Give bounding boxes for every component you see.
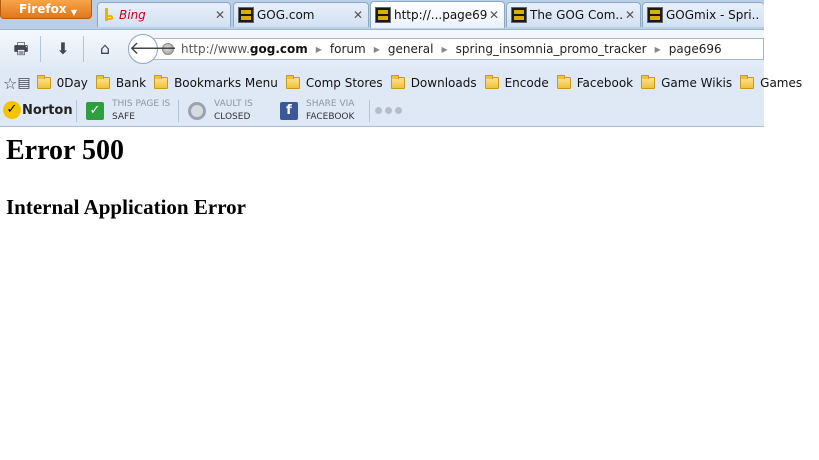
tab-gog-community[interactable]: The GOG Com... ✕	[506, 2, 641, 27]
more-options-icon[interactable]	[375, 107, 402, 114]
gog-icon	[511, 7, 527, 23]
bookmark-label: 0Day	[56, 76, 88, 90]
bookmarks-toolbar: ☆ ▤ 0Day Bank Bookmarks Menu Comp Stores…	[0, 70, 802, 96]
navigation-toolbar: 🖶 ⬇ ⌂ http://www. gog.com ▶ forum ▶ gene…	[0, 29, 764, 70]
page-safety-status[interactable]: ✓ THIS PAGE IS SAFE	[86, 98, 170, 124]
address-bar[interactable]: http://www. gog.com ▶ forum ▶ general ▶ …	[150, 38, 764, 60]
tab-bing[interactable]: Bing ✕	[97, 2, 231, 27]
folder-icon	[484, 75, 499, 89]
page-status-value: SAFE	[112, 112, 135, 122]
share-value: FACEBOOK	[306, 112, 355, 122]
firefox-menu-label: Firefox	[19, 2, 67, 16]
error-heading: Error 500	[6, 135, 124, 166]
url-protocol: http://www.	[181, 42, 250, 56]
toolbar-divider	[76, 100, 77, 122]
page-content: Error 500 Internal Application Error	[0, 127, 819, 460]
close-icon[interactable]: ✕	[488, 8, 500, 22]
toolbar-divider	[83, 36, 84, 62]
vault-value: CLOSED	[214, 112, 251, 122]
bookmark-label: Facebook	[576, 76, 634, 90]
crumb-arrow-icon: ▶	[654, 44, 661, 54]
crumb-arrow-icon: ▶	[373, 44, 380, 54]
breadcrumb-general[interactable]: general	[388, 42, 434, 56]
crumb-arrow-icon: ▶	[315, 44, 322, 54]
download-arrow-icon: ⬇	[56, 39, 70, 58]
gog-icon	[647, 7, 663, 23]
tab-label: http://...page696	[394, 8, 488, 22]
tab-label: GOGmix - Spri...	[666, 8, 760, 22]
tab-label: Bing	[119, 8, 146, 22]
firefox-menu-button[interactable]: Firefox ▼	[0, 0, 92, 19]
close-icon[interactable]: ✕	[624, 8, 636, 22]
bookmark-folder-games[interactable]: Games	[740, 75, 803, 90]
home-icon: ⌂	[99, 39, 111, 58]
vault-status[interactable]: VAULT IS CLOSED	[188, 98, 253, 124]
share-facebook[interactable]: f SHARE VIA FACEBOOK	[280, 98, 354, 124]
tab-label: GOG.com	[257, 8, 315, 22]
tab-gog[interactable]: GOG.com ✕	[233, 2, 369, 27]
bookmark-label: Downloads	[410, 76, 477, 90]
facebook-icon: f	[280, 102, 298, 120]
crumb-arrow-icon: ▶	[441, 44, 448, 54]
bookmark-label: Bank	[115, 76, 147, 90]
printer-icon: 🖶	[13, 39, 29, 58]
page-status-caption: THIS PAGE IS	[112, 99, 171, 109]
folder-icon	[641, 75, 656, 89]
star-icon[interactable]: ☆	[3, 74, 17, 93]
back-button[interactable]: 🡐	[128, 34, 177, 64]
tab-strip: Firefox ▼ Bing ✕ GOG.com ✕ http://...pag…	[0, 0, 764, 29]
back-arrow-icon: 🡐	[129, 38, 178, 59]
error-subheading: Internal Application Error	[6, 195, 246, 219]
folder-icon	[36, 75, 51, 89]
norton-toolbar: ✓ Norton ✓ THIS PAGE IS SAFE VAULT IS CLOS…	[0, 96, 764, 127]
bookmark-folder-bank[interactable]: Bank	[95, 75, 147, 90]
bookmark-folder-encode[interactable]: Encode	[484, 75, 549, 90]
bookmark-folder-facebook[interactable]: Facebook	[556, 75, 634, 90]
browser-chrome: Firefox ▼ Bing ✕ GOG.com ✕ http://...pag…	[0, 0, 802, 127]
bing-icon	[105, 7, 113, 23]
bookmark-label: Games	[760, 76, 803, 90]
breadcrumb-page696[interactable]: page696	[669, 42, 722, 56]
bookmark-label: Bookmarks Menu	[174, 76, 278, 90]
folder-icon	[740, 75, 755, 89]
folder-icon	[95, 75, 110, 89]
downloads-button[interactable]: ⬇	[51, 38, 75, 60]
gog-icon	[375, 7, 391, 23]
bookmark-folder-comp-stores[interactable]: Comp Stores	[285, 75, 383, 90]
vault-caption: VAULT IS	[214, 99, 253, 109]
tab-page696[interactable]: http://...page696 ✕	[370, 1, 505, 28]
home-button[interactable]: ⌂	[93, 38, 117, 60]
safe-check-icon: ✓	[86, 102, 104, 120]
bookmark-label: Game Wikis	[661, 76, 733, 90]
gog-icon	[238, 7, 254, 23]
bookmark-folder-downloads[interactable]: Downloads	[390, 75, 477, 90]
print-button[interactable]: 🖶	[9, 38, 33, 60]
bookmarks-list-icon[interactable]: ▤	[17, 75, 30, 91]
toolbar-divider	[369, 100, 370, 122]
bookmark-label: Comp Stores	[305, 76, 383, 90]
tab-label: The GOG Com...	[530, 8, 624, 22]
breadcrumb-tracker[interactable]: spring_insomnia_promo_tracker	[456, 42, 647, 56]
chevron-down-icon: ▼	[70, 8, 77, 17]
toolbar-divider	[40, 36, 41, 62]
bookmark-folder-bookmarks-menu[interactable]: Bookmarks Menu	[154, 75, 278, 90]
folder-icon	[154, 75, 169, 89]
bookmark-folder-game-wikis[interactable]: Game Wikis	[641, 75, 733, 90]
breadcrumb-forum[interactable]: forum	[330, 42, 366, 56]
folder-icon	[556, 75, 571, 89]
vault-icon	[188, 102, 206, 120]
norton-logo[interactable]: ✓ Norton	[3, 101, 73, 119]
tab-gogmix[interactable]: GOGmix - Spri...	[642, 2, 764, 27]
norton-logo-text: Norton	[22, 102, 73, 118]
url-host: gog.com	[249, 42, 308, 56]
norton-check-icon: ✓	[3, 101, 21, 119]
toolbar-divider	[178, 100, 179, 122]
bookmark-folder-0day[interactable]: 0Day	[36, 75, 88, 90]
close-icon[interactable]: ✕	[214, 8, 226, 22]
folder-icon	[390, 75, 405, 89]
share-caption: SHARE VIA	[306, 99, 355, 109]
close-icon[interactable]: ✕	[352, 8, 364, 22]
bookmark-label: Encode	[504, 76, 549, 90]
folder-icon	[285, 75, 300, 89]
